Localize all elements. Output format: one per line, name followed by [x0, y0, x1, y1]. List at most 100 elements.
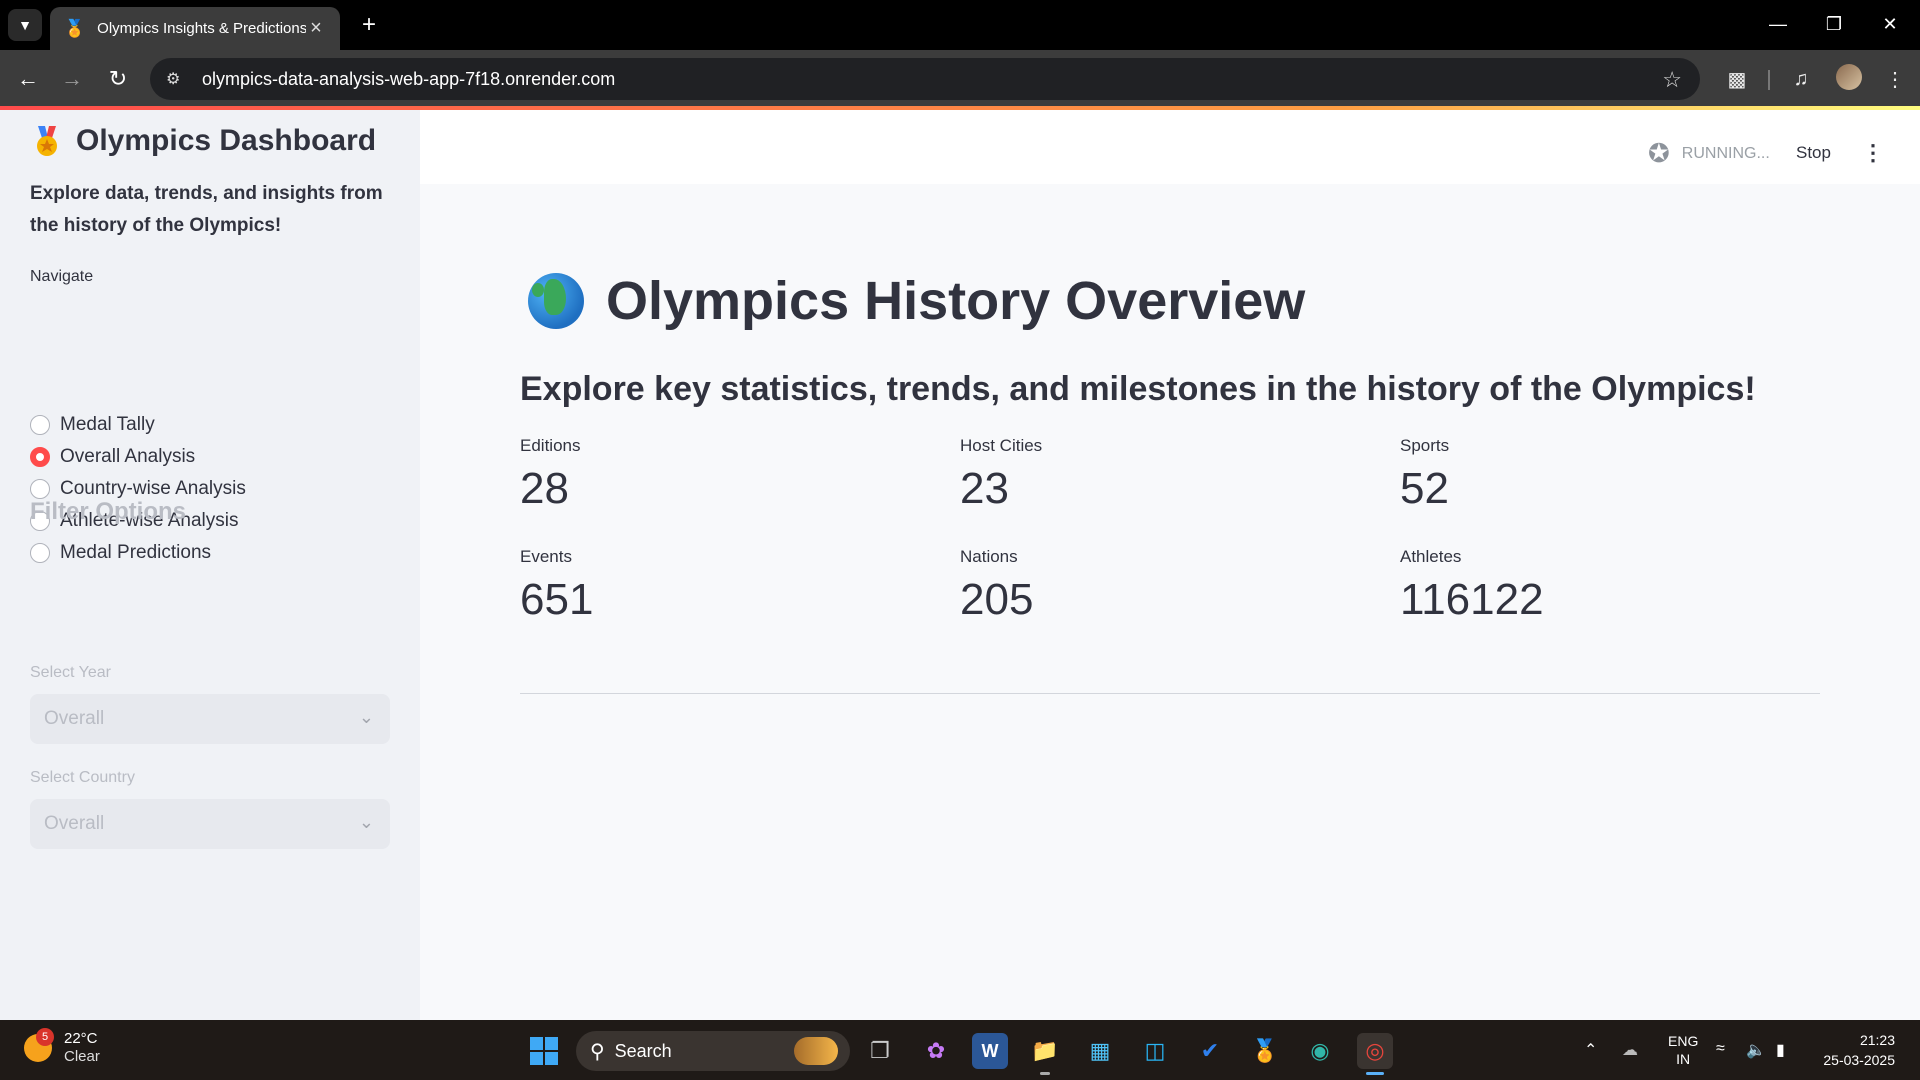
app-menu-kebab-icon[interactable]: ⋮ [1862, 140, 1884, 166]
lang-line2: IN [1676, 1051, 1691, 1067]
volume-icon[interactable]: 🔈 [1746, 1040, 1766, 1060]
media-control-icon[interactable]: ♫ [1786, 64, 1816, 94]
back-arrow-icon[interactable]: ← [10, 61, 46, 97]
metric-label: Nations [960, 547, 1018, 566]
tab-close-icon[interactable]: × [306, 17, 326, 40]
globe-icon [528, 273, 584, 329]
weather-temp: 22°C [64, 1030, 98, 1047]
radio-button-selected[interactable] [30, 447, 50, 467]
desktop-monitor-icon[interactable]: ◫ [1137, 1033, 1173, 1069]
tab-title: Olympics Insights & Predictions [97, 20, 306, 37]
nav-radio-label: Overall Analysis [60, 446, 196, 467]
nav-radio-label: Medal Predictions [60, 542, 212, 563]
running-text: RUNNING... [1681, 144, 1770, 162]
battery-icon[interactable]: ▮ [1776, 1040, 1785, 1060]
select-country-label: Select Country [30, 769, 135, 786]
year-select-value: Overall [44, 708, 105, 729]
nav-radio-medal-tally[interactable]: Medal Tally [30, 414, 155, 436]
sidebar [0, 110, 420, 1020]
moon-weather-icon: 5 [24, 1028, 54, 1062]
browser-tab-active[interactable]: 🏅 Olympics Insights & Predictions × [50, 7, 340, 50]
metric-label: Host Cities [960, 436, 1043, 455]
stop-button[interactable]: Stop [1796, 143, 1831, 163]
todo-check-icon[interactable]: ✔ [1192, 1033, 1228, 1069]
browser-tab-bar: ▼ 🏅 Olympics Insights & Predictions × + … [0, 0, 1920, 50]
radio-button[interactable] [30, 543, 50, 563]
site-settings-icon[interactable]: ⚙ [166, 69, 190, 89]
nav-radio-label: Medal Tally [60, 414, 155, 435]
medal-app-icon[interactable]: 🏅 [1247, 1033, 1283, 1069]
weather-badge: 5 [36, 1028, 54, 1046]
sidebar-title-text: Olympics Dashboard [76, 124, 377, 157]
metric-host-cities: Host Cities 23 [960, 436, 1042, 514]
window-close-icon[interactable]: ✕ [1862, 0, 1918, 48]
metric-nations: Nations 205 [960, 547, 1033, 625]
medal-favicon-icon: 🏅 [64, 18, 86, 38]
reload-icon[interactable]: ↻ [100, 61, 136, 97]
language-indicator[interactable]: ENG IN [1668, 1032, 1698, 1068]
browser-menu-kebab-icon[interactable]: ⋮ [1880, 64, 1910, 94]
weather-condition: Clear [64, 1048, 100, 1065]
metric-label: Athletes [1400, 547, 1462, 566]
sidebar-title: Olympics Dashboard [30, 124, 376, 158]
medal-icon [30, 124, 64, 158]
select-year-label: Select Year [30, 664, 111, 681]
address-bar[interactable]: ⚙ olympics-data-analysis-web-app-7f18.on… [150, 58, 1700, 100]
file-explorer-folder-icon[interactable]: 📁 [1027, 1033, 1063, 1069]
taskbar-search[interactable]: ⚲ Search [576, 1031, 850, 1071]
nav-radio-overall-analysis[interactable]: Overall Analysis [30, 446, 195, 468]
chrome-active-indicator [1366, 1072, 1384, 1075]
radio-button[interactable] [30, 415, 50, 435]
country-select-value: Overall [44, 813, 105, 834]
taskbar-search-label: Search [614, 1040, 672, 1061]
country-select[interactable]: Overall ⌄ [30, 799, 390, 849]
system-clock[interactable]: 21:23 25-03-2025 [1815, 1030, 1895, 1070]
nav-radio-medal-predictions[interactable]: Medal Predictions [30, 542, 211, 564]
tray-chevron-up-icon[interactable]: ⌃ [1584, 1040, 1597, 1060]
wifi-icon[interactable]: ≈ [1716, 1040, 1725, 1058]
metric-value: 205 [960, 575, 1034, 624]
onedrive-cloud-icon[interactable]: ☁ [1622, 1040, 1638, 1060]
word-icon[interactable]: W [972, 1033, 1008, 1069]
extensions-puzzle-icon[interactable]: ▩ [1722, 64, 1752, 94]
metric-sports: Sports 52 [1400, 436, 1449, 514]
profile-avatar[interactable] [1836, 64, 1862, 90]
metric-label: Events [520, 547, 572, 566]
restore-icon[interactable]: ❐ [1806, 0, 1862, 48]
nav-radio-label: Country-wise Analysis [60, 478, 246, 499]
tab-search-chevron-icon[interactable]: ▼ [8, 9, 42, 41]
metric-value: 28 [520, 464, 569, 513]
metric-value: 651 [520, 575, 594, 624]
weather-widget[interactable]: 5 22°C Clear [24, 1028, 100, 1066]
radio-button[interactable] [30, 479, 50, 499]
edge-browser-icon[interactable]: ◉ [1302, 1033, 1338, 1069]
bookmark-star-icon[interactable]: ☆ [1662, 67, 1682, 93]
search-highlight-image [794, 1037, 838, 1065]
page-title: Olympics History Overview [528, 270, 1305, 332]
filter-options-heading: Filter Options [30, 498, 186, 525]
new-tab-plus-icon[interactable]: + [352, 9, 386, 41]
minimize-icon[interactable]: — [1750, 0, 1806, 48]
search-icon: ⚲ [590, 1040, 605, 1063]
forward-arrow-icon[interactable]: → [54, 61, 90, 97]
chevron-down-icon: ⌄ [358, 812, 374, 832]
explorer-open-indicator [1040, 1072, 1050, 1075]
metric-value: 52 [1400, 464, 1449, 513]
toolbar-separator [1768, 70, 1770, 90]
store-icon[interactable]: ▦ [1082, 1033, 1118, 1069]
year-select[interactable]: Overall ⌄ [30, 694, 390, 744]
metric-editions: Editions 28 [520, 436, 580, 514]
copilot-icon[interactable]: ✿ [918, 1033, 954, 1069]
page-title-text: Olympics History Overview [606, 271, 1306, 331]
task-view-icon[interactable]: ❐ [862, 1033, 898, 1069]
chrome-browser-icon[interactable]: ◎ [1357, 1033, 1393, 1069]
browser-toolbar: ← → ↻ ⚙ olympics-data-analysis-web-app-7… [0, 50, 1920, 108]
lang-line1: ENG [1668, 1033, 1699, 1049]
start-windows-icon[interactable] [526, 1033, 562, 1069]
navigate-label: Navigate [30, 268, 94, 285]
clock-date: 25-03-2025 [1823, 1052, 1895, 1068]
sidebar-description: Explore data, trends, and insights from … [30, 183, 383, 236]
page-subtitle: Explore key statistics, trends, and mile… [520, 370, 1756, 408]
metric-value: 116122 [1400, 575, 1544, 624]
nav-radio-country-wise[interactable]: Country-wise Analysis [30, 478, 246, 500]
